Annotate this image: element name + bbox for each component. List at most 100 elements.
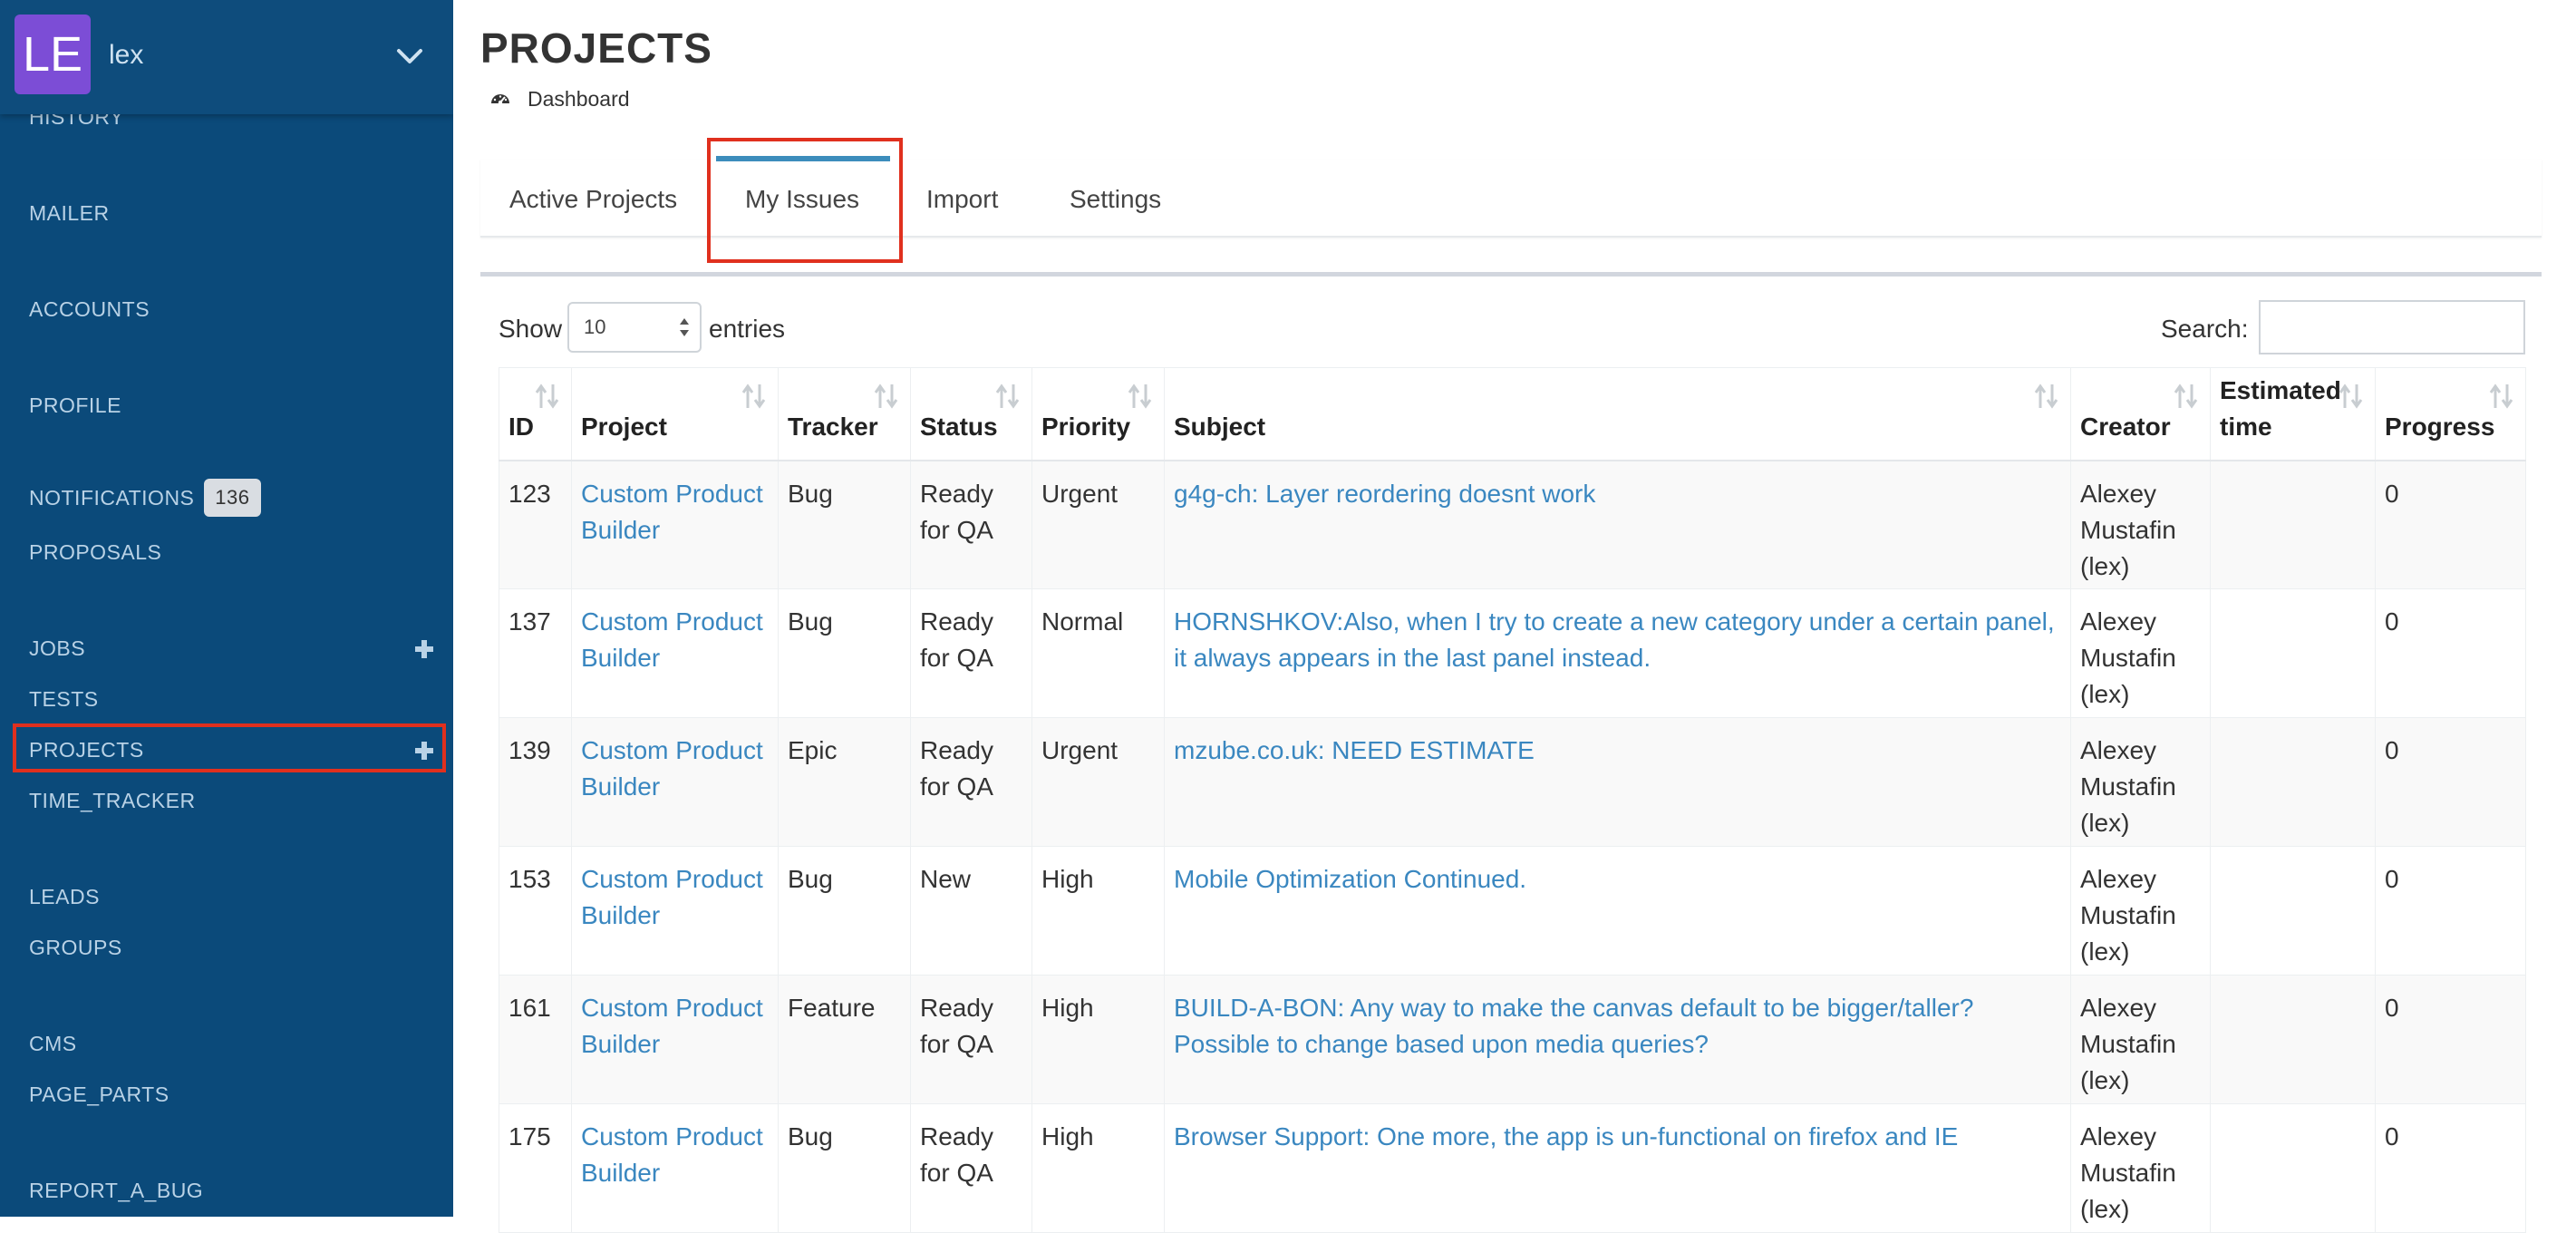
cell-priority: High: [1031, 846, 1165, 976]
cell-priority: Urgent: [1031, 460, 1165, 589]
issues-table: ID Project Tracker Status Priority Subje…: [499, 367, 2526, 1233]
column-label: Status: [920, 412, 998, 441]
cell-estimated-time: [2210, 460, 2376, 589]
cell-id: 153: [499, 846, 572, 976]
column-label: Progress: [2385, 412, 2495, 441]
sidebar-item-jobs[interactable]: JOBS: [29, 636, 85, 661]
tab-import[interactable]: Import: [926, 185, 998, 214]
subject-link[interactable]: mzube.co.uk: NEED ESTIMATE: [1174, 736, 1535, 764]
cell-estimated-time: [2210, 588, 2376, 718]
cell-tracker: Bug: [778, 846, 911, 976]
table-row[interactable]: 137 Custom Product Builder Bug Ready for…: [499, 588, 2526, 718]
project-link[interactable]: Custom Product Builder: [581, 1122, 763, 1187]
cell-subject: BUILD-A-BON: Any way to make the canvas …: [1164, 975, 2071, 1104]
column-label: Priority: [1041, 412, 1131, 441]
project-link[interactable]: Custom Product Builder: [581, 607, 763, 672]
chevron-down-icon[interactable]: [392, 40, 428, 73]
sidebar-item-cms[interactable]: CMS: [29, 1032, 77, 1056]
breadcrumb[interactable]: Dashboard: [489, 87, 630, 112]
sidebar-item-report-a-bug[interactable]: REPORT_A_BUG: [29, 1179, 203, 1203]
sort-icon: [2339, 383, 2363, 409]
cell-status: Ready for QA: [910, 1103, 1032, 1233]
breadcrumb-dashboard[interactable]: Dashboard: [528, 87, 630, 111]
sidebar-item-label: NOTIFICATIONS: [29, 486, 195, 510]
projects-highlight-box: [13, 723, 446, 772]
column-header-priority[interactable]: Priority: [1031, 367, 1165, 461]
cell-progress: 0: [2375, 975, 2526, 1104]
page-title: PROJECTS: [480, 24, 712, 72]
tab-settings[interactable]: Settings: [1070, 185, 1161, 214]
cell-status: Ready for QA: [910, 588, 1032, 718]
subject-link[interactable]: HORNSHKOV:Also, when I try to create a n…: [1174, 607, 2055, 672]
sidebar-item-profile[interactable]: PROFILE: [29, 393, 121, 418]
cell-id: 139: [499, 717, 572, 847]
cell-creator: Alexey Mustafin (lex): [2070, 1103, 2211, 1233]
sidebar-item-page-parts[interactable]: PAGE_PARTS: [29, 1083, 169, 1107]
cell-estimated-time: [2210, 1103, 2376, 1233]
subject-link[interactable]: Browser Support: One more, the app is un…: [1174, 1122, 1958, 1150]
cell-status: New: [910, 846, 1032, 976]
cell-estimated-time: [2210, 717, 2376, 847]
issues-panel: Show 10 entries Search: ID Project Track…: [480, 272, 2542, 1233]
table-row[interactable]: 175 Custom Product Builder Bug Ready for…: [499, 1103, 2526, 1233]
cell-tracker: Epic: [778, 717, 911, 847]
column-header-id[interactable]: ID: [499, 367, 572, 461]
cell-priority: Urgent: [1031, 717, 1165, 847]
sidebar-item-time-tracker[interactable]: TIME_TRACKER: [29, 789, 196, 813]
column-header-status[interactable]: Status: [910, 367, 1032, 461]
project-link[interactable]: Custom Product Builder: [581, 736, 763, 801]
project-link[interactable]: Custom Product Builder: [581, 865, 763, 929]
subject-link[interactable]: Mobile Optimization Continued.: [1174, 865, 1526, 893]
column-label: Tracker: [788, 412, 878, 441]
tab-active-projects[interactable]: Active Projects: [509, 185, 677, 214]
column-header-project[interactable]: Project: [571, 367, 779, 461]
sidebar-item-groups[interactable]: GROUPS: [29, 936, 122, 960]
sort-icon: [995, 383, 1020, 409]
column-header-progress[interactable]: Progress: [2375, 367, 2526, 461]
cell-estimated-time: [2210, 846, 2376, 976]
subject-link[interactable]: BUILD-A-BON: Any way to make the canvas …: [1174, 994, 1973, 1058]
sort-icon: [2034, 383, 2058, 409]
entries-per-page-select[interactable]: 10: [567, 302, 702, 353]
table-row[interactable]: 123 Custom Product Builder Bug Ready for…: [499, 460, 2526, 589]
column-header-creator[interactable]: Creator: [2070, 367, 2211, 461]
sidebar-item-proposals[interactable]: PROPOSALS: [29, 540, 161, 565]
sidebar-item-accounts[interactable]: ACCOUNTS: [29, 297, 150, 322]
cell-progress: 0: [2375, 846, 2526, 976]
cell-status: Ready for QA: [910, 975, 1032, 1104]
cell-priority: High: [1031, 1103, 1165, 1233]
my-issues-highlight-box: [707, 138, 903, 263]
sidebar-item-leads[interactable]: LEADS: [29, 885, 100, 909]
sidebar-item-tests[interactable]: TESTS: [29, 687, 99, 712]
cell-project: Custom Product Builder: [571, 846, 779, 976]
cell-subject: Mobile Optimization Continued.: [1164, 846, 2071, 976]
table-row[interactable]: 153 Custom Product Builder Bug New High …: [499, 846, 2526, 976]
project-link[interactable]: Custom Product Builder: [581, 480, 763, 544]
main-content: PROJECTS Dashboard Active Projects My Is…: [453, 0, 2576, 1233]
cell-priority: High: [1031, 975, 1165, 1104]
column-header-estimated-time[interactable]: Estimated time: [2210, 367, 2376, 461]
notifications-count-badge: 136: [204, 479, 261, 517]
table-row[interactable]: 139 Custom Product Builder Epic Ready fo…: [499, 717, 2526, 847]
cell-creator: Alexey Mustafin (lex): [2070, 975, 2211, 1104]
avatar[interactable]: LE: [15, 15, 91, 94]
cell-project: Custom Product Builder: [571, 975, 779, 1104]
entries-select-value: 10: [584, 316, 606, 338]
table-row[interactable]: 161 Custom Product Builder Feature Ready…: [499, 975, 2526, 1104]
user-panel[interactable]: LE lex: [0, 0, 453, 114]
cell-tracker: Bug: [778, 588, 911, 718]
sidebar-item-mailer[interactable]: MAILER: [29, 201, 110, 226]
add-job-plus-icon[interactable]: [413, 638, 435, 660]
project-link[interactable]: Custom Product Builder: [581, 994, 763, 1058]
sidebar-item-notifications[interactable]: NOTIFICATIONS 136: [29, 479, 261, 519]
cell-progress: 0: [2375, 460, 2526, 589]
column-label: Creator: [2080, 412, 2171, 441]
subject-link[interactable]: g4g-ch: Layer reordering doesnt work: [1174, 480, 1595, 508]
column-header-subject[interactable]: Subject: [1164, 367, 2071, 461]
column-header-tracker[interactable]: Tracker: [778, 367, 911, 461]
column-label: Subject: [1174, 412, 1266, 441]
cell-subject: HORNSHKOV:Also, when I try to create a n…: [1164, 588, 2071, 718]
cell-project: Custom Product Builder: [571, 588, 779, 718]
username[interactable]: lex: [109, 40, 143, 71]
search-input[interactable]: [2259, 300, 2525, 354]
